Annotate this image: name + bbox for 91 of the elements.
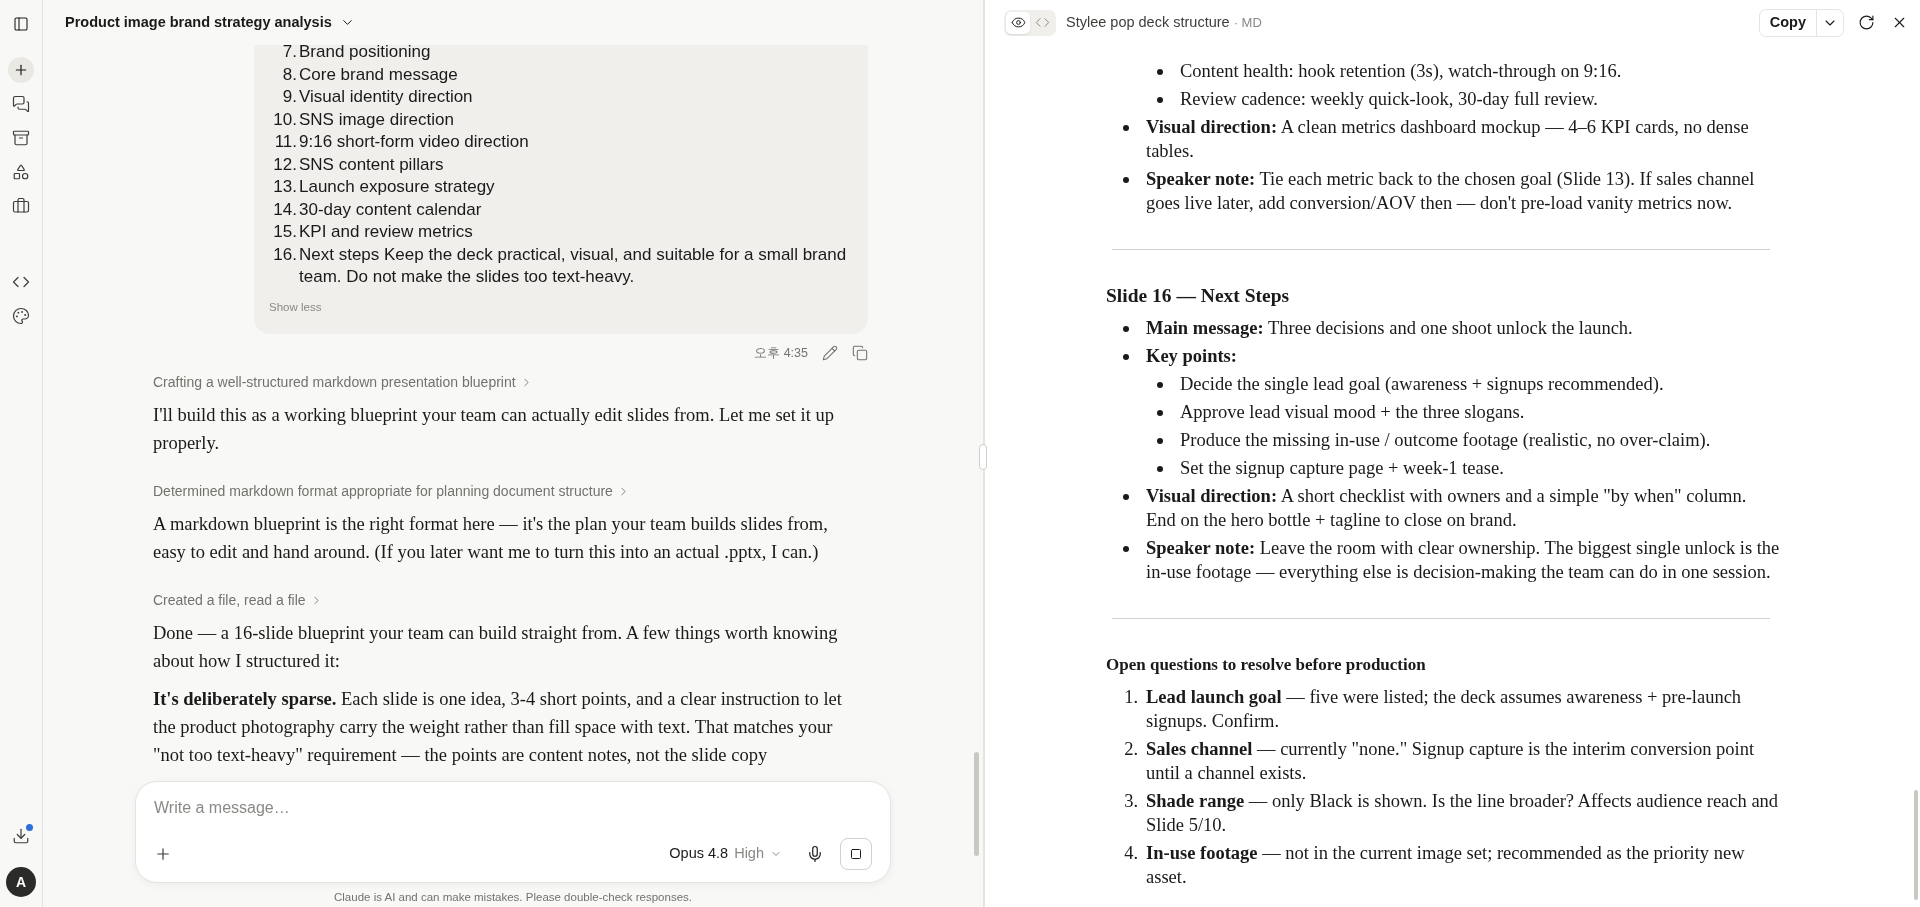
list-item-text: Produce the missing in-use / outcome footage (realistic, no over-claim).: [1180, 429, 1711, 452]
list-item-text: Sales channel — currently "none." Signup capture is the interim conversion point until a channel exists.: [1146, 738, 1756, 785]
message-input[interactable]: Write a message…: [154, 796, 872, 820]
thinking-summary-button[interactable]: Created a file, read a file: [153, 590, 323, 612]
bullet-icon: [1123, 177, 1129, 183]
list-item-text: Key points:: [1146, 345, 1237, 368]
list-item-text: Launch exposure strategy: [299, 176, 495, 198]
message-paragraph: It's deliberately sparse. Each slide is one idea, 3-4 short points, and a clear instruction to let the product photography carry the weight rather than fill space with text. That matches your "not too text-heavy" requirement — the points are content notes, not the slide copy: [153, 688, 843, 768]
list-number: 12.: [272, 153, 298, 176]
bullet-icon: [1123, 125, 1129, 131]
edit-icon[interactable]: [822, 344, 838, 361]
section-heading: Slide 16 — Next Steps: [1106, 284, 1291, 308]
eye-icon: [1010, 15, 1026, 30]
list-number: 11.: [273, 131, 298, 153]
list-number: 14.: [272, 198, 298, 221]
new-chat-button[interactable]: [8, 57, 34, 83]
bullet-icon: [1123, 326, 1129, 332]
stop-icon: [850, 848, 862, 860]
chat-title[interactable]: Product image brand strategy analysis: [65, 11, 332, 34]
section-heading: Open questions to resolve before production: [1106, 654, 1427, 676]
list-item-text: Brand positioning: [299, 45, 431, 63]
disclaimer-text: Claude is AI and can make mistakes. Please double-check responses.: [333, 890, 693, 905]
list-item-text: KPI and review metrics: [299, 221, 473, 243]
list-number: 13.: [272, 176, 298, 198]
bullet-icon: [1157, 438, 1163, 444]
code-icon: [1034, 15, 1050, 30]
refresh-icon[interactable]: [1858, 14, 1875, 31]
bullet-icon: [1157, 97, 1163, 103]
bullet-icon: [1157, 466, 1163, 472]
thinking-summary-button[interactable]: Determined markdown format appropriate for planning document structure: [153, 481, 630, 503]
list-item-text: Next steps Keep the deck practical, visual, and suitable for a small brand team. Do not make the slides too text-heavy.: [299, 243, 848, 288]
copy-button[interactable]: Copy: [1759, 9, 1816, 36]
list-number: 8.: [281, 63, 298, 86]
list-item-text: Set the signup capture page + week-1 tease.: [1180, 457, 1504, 480]
shapes-icon[interactable]: [12, 163, 30, 181]
list-item-text: SNS image direction: [299, 108, 454, 131]
thinking-summary-button[interactable]: Crafting a well-structured markdown presentation blueprint: [153, 372, 533, 394]
bullet-icon: [1123, 354, 1129, 360]
microphone-icon[interactable]: [806, 845, 824, 863]
stop-button[interactable]: [840, 838, 872, 870]
artifact-format: · MD: [1233, 13, 1262, 32]
message-time: 오후 4:35: [754, 344, 808, 362]
scrollbar-thumb[interactable]: [974, 752, 979, 856]
list-item-text: Shade range — only Black is shown. Is the line broader? Affects audience reach and Slide 5/10.: [1146, 790, 1780, 837]
download-icon[interactable]: [12, 827, 30, 845]
list-item-text: Visual direction: A short checklist with owners and a simple "by when" column. End on the hero bottle + tagline to close on brand.: [1146, 485, 1748, 532]
message-paragraph: I'll build this as a working blueprint your team can actually edit slides from. Let me set it up properly.: [153, 404, 835, 456]
list-number: 3.: [1123, 790, 1139, 813]
plus-icon: [13, 62, 29, 78]
bullet-icon: [1157, 410, 1163, 416]
list-number: 4.: [1123, 842, 1139, 865]
add-icon[interactable]: [154, 845, 172, 863]
list-item-text: Core brand message: [299, 63, 458, 86]
list-item-text: Main message: Three decisions and one shoot unlock the launch.: [1146, 317, 1633, 340]
list-item-text: Visual identity direction: [299, 86, 473, 108]
list-item-text: Speaker note: Tie each metric back to the chosen goal (Slide 13). If sales channel goes live later, add conversion/AOV then — don't pre-load vanity metrics now.: [1146, 168, 1756, 215]
stack-icon[interactable]: [12, 129, 30, 147]
list-item-text: Speaker note: Leave the room with clear ownership. The biggest single unlock is the in-use footage — everything else is decision-making the team can do in one session.: [1146, 537, 1780, 584]
list-item-text: Review cadence: weekly quick-look, 30-day full review.: [1180, 88, 1598, 111]
list-number: 1.: [1123, 686, 1139, 709]
list-number: 9.: [281, 86, 298, 108]
user-avatar[interactable]: A: [6, 867, 36, 897]
list-item-text: Visual direction: A clean metrics dashboard mockup — 4–6 KPI cards, no dense tables.: [1146, 116, 1750, 163]
artifact-title: Stylee pop deck structure: [1066, 12, 1230, 32]
list-item-text: 30-day content calendar: [299, 198, 482, 221]
preview-tab[interactable]: [1006, 11, 1030, 34]
list-item-text: In-use footage — not in the current image set; recommended as the priority new asset.: [1146, 842, 1746, 889]
model-selector[interactable]: Opus 4.8 High: [669, 843, 782, 865]
palette-icon[interactable]: [12, 307, 30, 325]
list-number: 16.: [272, 243, 298, 266]
list-item-text: Approve lead visual mood + the three slogans.: [1180, 401, 1525, 424]
bullet-icon: [1123, 546, 1129, 552]
list-item-text: 9:16 short-form video direction: [299, 131, 529, 153]
list-number: 2.: [1123, 738, 1139, 761]
list-item-text: Lead launch goal — five were listed; the deck assumes awareness + pre-launch signups. Confirm.: [1146, 686, 1743, 733]
message-paragraph: Done — a 16-slide blueprint your team can build straight from. A few things worth knowing about how I structured it:: [153, 622, 839, 674]
bullet-icon: [1157, 69, 1163, 75]
list-number: 15.: [272, 221, 298, 243]
copy-icon[interactable]: [852, 344, 868, 361]
list-number: 7.: [281, 45, 298, 63]
list-item-text: SNS content pillars: [299, 153, 444, 176]
list-item-text: Decide the single lead goal (awareness + signups recommended).: [1180, 373, 1664, 396]
bullet-icon: [1157, 382, 1163, 388]
panel-icon: [13, 16, 29, 32]
chats-icon[interactable]: [12, 95, 30, 113]
message-paragraph: A markdown blueprint is the right format here — it's the plan your team builds slides from, easy to edit and hand around. (If you later want me to turn this into an actual .pptx, I can.): [153, 513, 829, 565]
list-number: 10.: [272, 108, 298, 131]
scrollbar-thumb[interactable]: [1914, 790, 1918, 900]
briefcase-icon[interactable]: [12, 197, 30, 215]
bullet-icon: [1123, 494, 1129, 500]
list-item-text: Content health: hook retention (3s), watch-through on 9:16.: [1180, 60, 1622, 83]
